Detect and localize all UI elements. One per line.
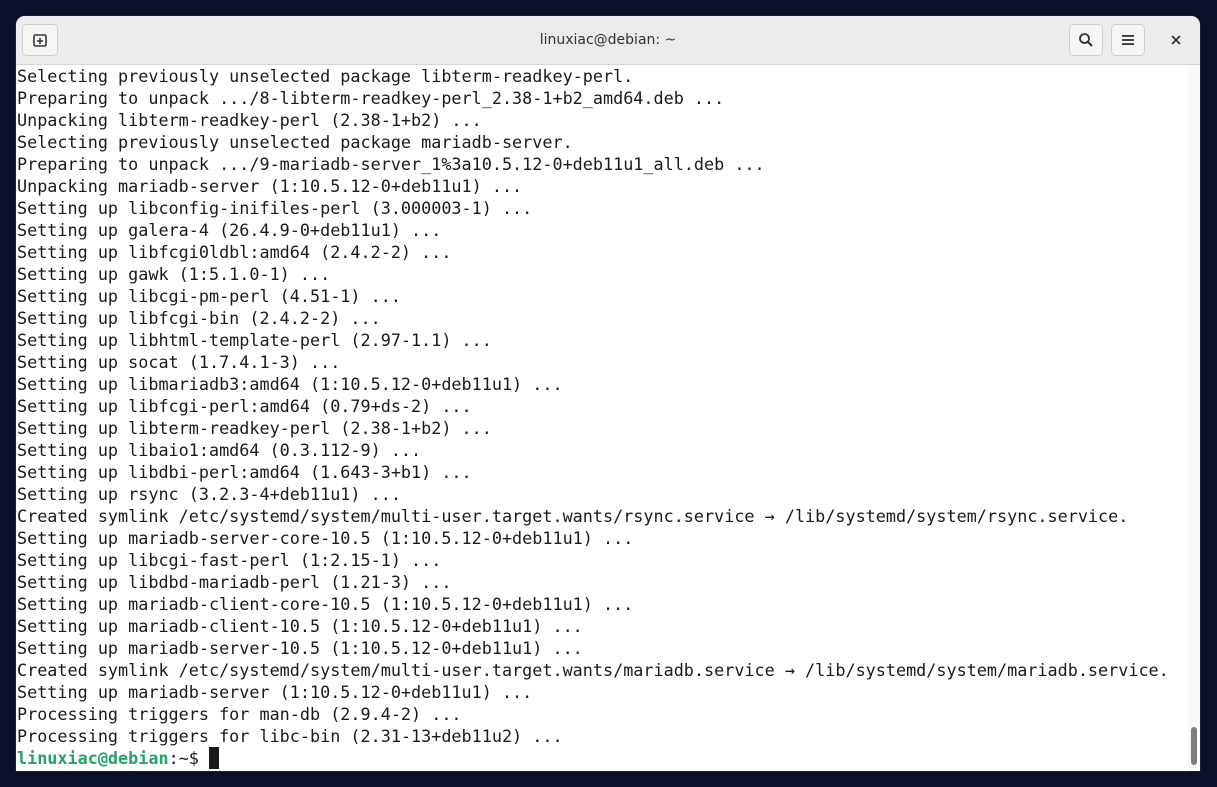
terminal-window: linuxiac@debian: ~ Selecting previously … <box>16 16 1200 771</box>
output-line: Setting up libfcgi0ldbl:amd64 (2.4.2-2) … <box>17 242 452 262</box>
output-line: Setting up mariadb-client-10.5 (1:10.5.1… <box>17 616 583 636</box>
text-cursor <box>208 747 219 769</box>
title-bar: linuxiac@debian: ~ <box>16 16 1200 65</box>
output-line: Processing triggers for man-db (2.9.4-2)… <box>17 704 462 724</box>
output-line: Setting up rsync (3.2.3-4+deb11u1) ... <box>17 484 401 504</box>
output-line: Setting up mariadb-client-core-10.5 (1:1… <box>17 594 634 614</box>
prompt-separator: : <box>168 748 179 768</box>
window-title: linuxiac@debian: ~ <box>539 32 677 48</box>
prompt-path: ~$ <box>178 748 209 768</box>
output-line: Unpacking libterm-readkey-perl (2.38-1+b… <box>17 110 482 130</box>
output-line: Setting up socat (1.7.4.1-3) ... <box>17 352 341 372</box>
output-line: Selecting previously unselected package … <box>17 132 573 152</box>
output-line: Preparing to unpack .../9-mariadb-server… <box>17 154 765 174</box>
output-line: Setting up mariadb-server (1:10.5.12-0+d… <box>17 682 533 702</box>
close-icon <box>1171 35 1181 45</box>
output-line: Setting up gawk (1:5.1.0-1) ... <box>17 264 331 284</box>
output-line: Preparing to unpack .../8-libterm-readke… <box>17 88 725 108</box>
search-icon <box>1079 33 1093 47</box>
hamburger-menu-icon <box>1122 35 1134 45</box>
output-line: Setting up libcgi-fast-perl (1:2.15-1) .… <box>17 550 442 570</box>
output-line: Setting up galera-4 (26.4.9-0+deb11u1) .… <box>17 220 442 240</box>
output-line: Setting up libfcgi-perl:amd64 (0.79+ds-2… <box>17 396 472 416</box>
terminal-output[interactable]: Selecting previously unselected package … <box>16 65 1188 771</box>
menu-button[interactable] <box>1111 24 1145 56</box>
search-button[interactable] <box>1069 24 1103 56</box>
output-line: Selecting previously unselected package … <box>17 66 634 86</box>
prompt-user-host: linuxiac@debian <box>17 748 169 768</box>
output-line: Setting up libhtml-template-perl (2.97-1… <box>17 330 492 350</box>
output-line: Setting up libfcgi-bin (2.4.2-2) ... <box>17 308 381 328</box>
vertical-scrollbar[interactable] <box>1188 65 1200 771</box>
output-line: Setting up libdbi-perl:amd64 (1.643-3+b1… <box>17 462 472 482</box>
output-line: Setting up libaio1:amd64 (0.3.112-9) ... <box>17 440 422 460</box>
output-line: Setting up libdbd-mariadb-perl (1.21-3) … <box>17 572 452 592</box>
output-line: Setting up libterm-readkey-perl (2.38-1+… <box>17 418 492 438</box>
output-line: Unpacking mariadb-server (1:10.5.12-0+de… <box>17 176 523 196</box>
output-line: Setting up libcgi-pm-perl (4.51-1) ... <box>17 286 401 306</box>
output-line: Setting up libmariadb3:amd64 (1:10.5.12-… <box>17 374 563 394</box>
scrollbar-thumb[interactable] <box>1191 727 1197 765</box>
output-line: Setting up mariadb-server-core-10.5 (1:1… <box>17 528 634 548</box>
prompt-line[interactable]: linuxiac@debian:~$ <box>17 747 219 769</box>
close-button[interactable] <box>1160 24 1192 56</box>
output-line: Setting up libconfig-inifiles-perl (3.00… <box>17 198 533 218</box>
output-line: Processing triggers for libc-bin (2.31-1… <box>17 726 563 746</box>
output-line: Created symlink /etc/systemd/system/mult… <box>17 506 1129 526</box>
output-line: Setting up mariadb-server-10.5 (1:10.5.1… <box>17 638 583 658</box>
output-line: Created symlink /etc/systemd/system/mult… <box>17 660 1169 680</box>
